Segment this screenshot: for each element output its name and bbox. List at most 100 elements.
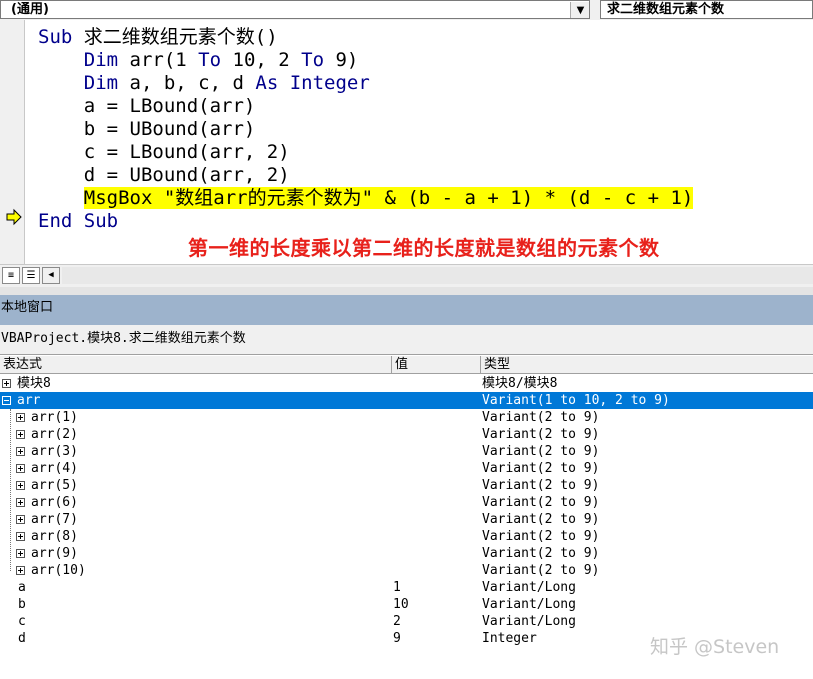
code-keyword: Dim [83, 72, 119, 94]
code-keyword: To [301, 49, 325, 71]
procedure-view-button[interactable]: ≡ [2, 267, 20, 284]
locals-expression-text: b [18, 597, 26, 612]
locals-row[interactable]: 模块8 模块8/模块8 [0, 375, 813, 392]
object-combobox[interactable]: (通用) ▼ [0, 0, 590, 19]
locals-expression-cell: b [18, 596, 26, 613]
locals-row[interactable]: arr(2) Variant(2 to 9) [0, 426, 813, 443]
expand-plus-icon[interactable] [16, 413, 25, 422]
locals-type-cell: Variant/Long [482, 580, 576, 595]
locals-type-cell: Variant/Long [482, 614, 576, 629]
code-keyword: As [255, 72, 279, 94]
code-line[interactable]: a = LBound(arr) [38, 95, 256, 118]
expand-plus-icon[interactable] [16, 566, 25, 575]
code-line-content: Dim arr(1 To 10, 2 To 9) [84, 49, 359, 71]
locals-expression-cell: a [18, 579, 26, 596]
tree-connector-line [10, 409, 11, 571]
locals-value-cell[interactable]: 10 [393, 596, 409, 613]
locals-row[interactable]: b 10 Variant/Long [0, 596, 813, 613]
locals-row[interactable]: a 1 Variant/Long [0, 579, 813, 596]
locals-row[interactable]: arr(6) Variant(2 to 9) [0, 494, 813, 511]
locals-expression-cell: arr(3) [16, 443, 78, 460]
locals-expression-text: arr [17, 393, 41, 408]
locals-type-cell: Variant(2 to 9) [482, 461, 600, 476]
locals-type-cell: Variant(2 to 9) [482, 427, 600, 442]
code-editor[interactable]: Sub 求二维数组元素个数() Dim arr(1 To 10, 2 To 9)… [25, 20, 813, 264]
locals-value-cell[interactable]: 2 [393, 613, 401, 630]
locals-expression-text: arr(9) [31, 546, 78, 561]
column-header-type[interactable]: 类型 [481, 356, 813, 374]
code-text: a = LBound(arr) [83, 95, 256, 117]
code-keyword: Integer [289, 72, 370, 94]
locals-expression-cell: arr [2, 392, 40, 409]
code-line-content: a = LBound(arr) [84, 95, 256, 117]
code-line[interactable]: Sub 求二维数组元素个数() [38, 26, 278, 49]
locals-expression-cell: c [18, 613, 26, 630]
expand-plus-icon[interactable] [2, 379, 11, 388]
locals-type-cell: 模块8/模块8 [482, 376, 558, 391]
scroll-left-arrow-icon[interactable]: ◀ [42, 267, 60, 284]
code-keyword: Dim [83, 49, 119, 71]
locals-type-cell: Variant(2 to 9) [482, 512, 600, 527]
expand-plus-icon[interactable] [16, 498, 25, 507]
locals-row[interactable]: arr(1) Variant(2 to 9) [0, 409, 813, 426]
locals-value-cell[interactable]: 1 [393, 579, 401, 596]
expand-plus-icon[interactable] [16, 549, 25, 558]
locals-expression-cell: arr(7) [16, 511, 78, 528]
column-header-expression[interactable]: 表达式 [0, 356, 392, 374]
full-module-view-button[interactable]: ☰ [22, 267, 40, 284]
locals-expression-text: arr(4) [31, 461, 78, 476]
expand-plus-icon[interactable] [16, 464, 25, 473]
column-header-value[interactable]: 值 [392, 356, 481, 374]
locals-expression-text: d [18, 631, 26, 646]
procedure-combobox[interactable]: 求二维数组元素个数 [600, 0, 813, 19]
collapse-minus-icon[interactable] [2, 396, 11, 405]
chevron-down-icon[interactable]: ▼ [570, 2, 589, 18]
code-line[interactable]: MsgBox "数组arr的元素个数为" & (b - a + 1) * (d … [38, 187, 694, 210]
code-line[interactable]: b = UBound(arr) [38, 118, 256, 141]
locals-expression-text: arr(1) [31, 410, 78, 425]
locals-expression-cell: arr(8) [16, 528, 78, 545]
expand-plus-icon[interactable] [16, 532, 25, 541]
code-line[interactable]: Dim a, b, c, d As Integer [38, 72, 370, 95]
code-line[interactable]: d = UBound(arr, 2) [38, 164, 290, 187]
locals-row[interactable]: arr(5) Variant(2 to 9) [0, 477, 813, 494]
code-text: 求二维数组元素个数() [72, 26, 278, 48]
expand-plus-icon[interactable] [16, 481, 25, 490]
locals-type-cell: Variant(2 to 9) [482, 529, 600, 544]
code-text: 10, 2 [221, 49, 302, 71]
code-line-content: Dim a, b, c, d As Integer [84, 72, 370, 94]
expand-plus-icon[interactable] [16, 430, 25, 439]
code-margin-indicator-bar[interactable] [0, 20, 25, 264]
locals-expression-text: arr(10) [31, 563, 86, 578]
locals-type-cell: Variant(2 to 9) [482, 478, 600, 493]
code-line[interactable]: c = LBound(arr, 2) [38, 141, 290, 164]
locals-row[interactable]: arr(10) Variant(2 to 9) [0, 562, 813, 579]
locals-context[interactable]: VBAProject.模块8.求二维数组元素个数 [0, 325, 813, 355]
locals-expression-text: arr(7) [31, 512, 78, 527]
locals-row[interactable]: arr(3) Variant(2 to 9) [0, 443, 813, 460]
code-text: arr(1 [118, 49, 199, 71]
code-line-content: End Sub [38, 210, 118, 232]
code-view-bar: ≡ ☰ ◀ [0, 264, 813, 287]
locals-row[interactable]: c 2 Variant/Long [0, 613, 813, 630]
locals-row[interactable]: arr(8) Variant(2 to 9) [0, 528, 813, 545]
locals-row[interactable]: arr(9) Variant(2 to 9) [0, 545, 813, 562]
locals-value-cell[interactable]: 9 [393, 630, 401, 647]
code-line-content: c = LBound(arr, 2) [84, 141, 290, 163]
pane-splitter[interactable] [0, 287, 813, 295]
locals-row[interactable]: arr(4) Variant(2 to 9) [0, 460, 813, 477]
code-line[interactable]: Dim arr(1 To 10, 2 To 9) [38, 49, 359, 72]
expand-plus-icon[interactable] [16, 515, 25, 524]
expand-plus-icon[interactable] [16, 447, 25, 456]
horizontal-scrollbar[interactable] [62, 267, 813, 284]
code-text: a, b, c, d [118, 72, 256, 94]
locals-expression-cell: 模块8 [2, 375, 51, 392]
code-line[interactable]: End Sub [38, 210, 118, 233]
locals-row[interactable]: arr Variant(1 to 10, 2 to 9) [0, 392, 813, 409]
locals-row[interactable]: arr(7) Variant(2 to 9) [0, 511, 813, 528]
locals-type-cell: Variant(1 to 10, 2 to 9) [482, 393, 670, 408]
